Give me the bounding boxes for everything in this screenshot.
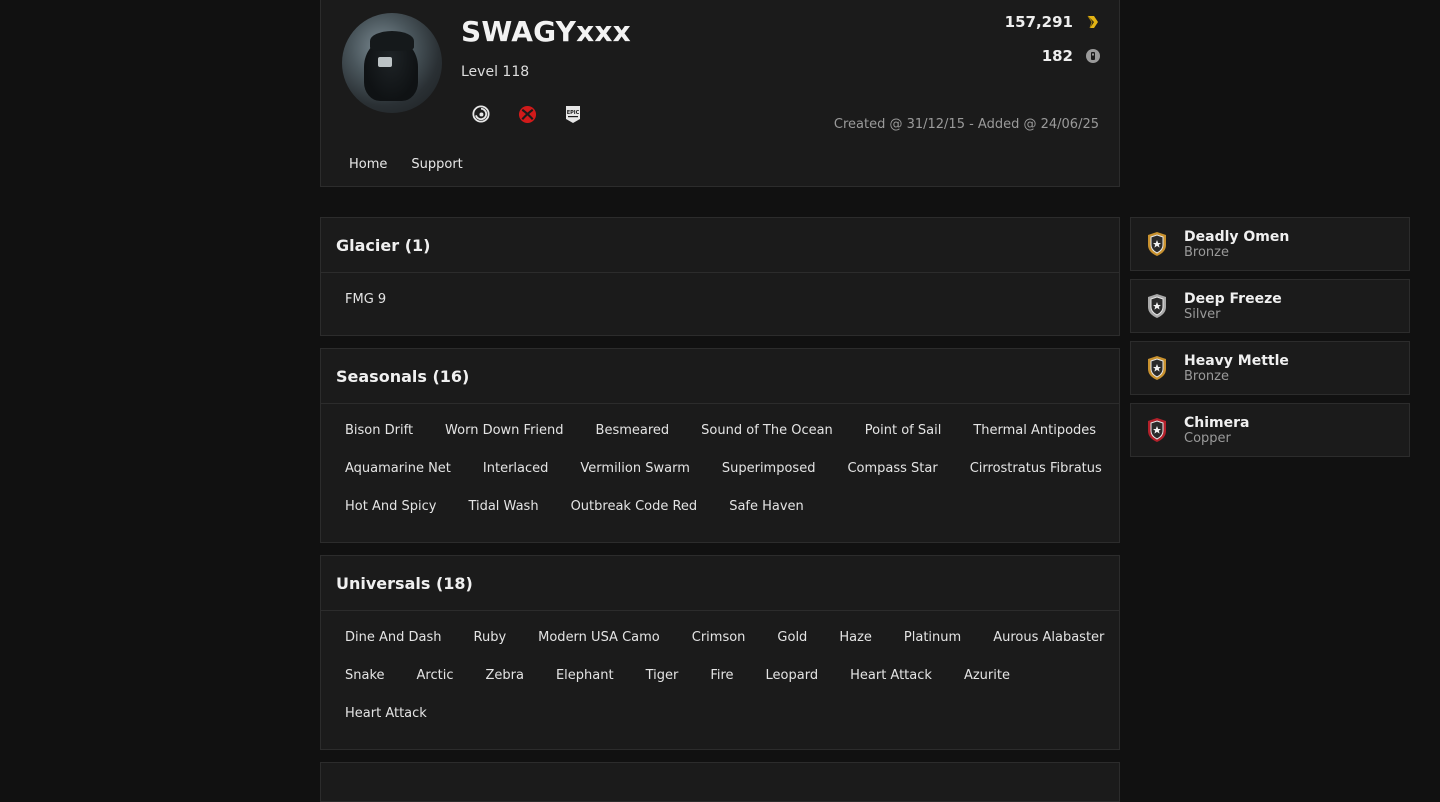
skin-item: Azurite (963, 668, 1010, 683)
renown-icon (1087, 15, 1098, 29)
achievement-name: Deadly Omen (1184, 228, 1290, 245)
achievement-tier: Bronze (1184, 368, 1229, 384)
achievement-card[interactable]: Deadly Omen Bronze (1130, 217, 1410, 271)
achievement-badge-icon (1148, 418, 1166, 442)
achievement-badge-icon (1148, 294, 1166, 318)
account-dates: Created @ 31/12/15 - Added @ 24/06/25 (833, 117, 1099, 132)
epic-games-icon[interactable]: EPIC (563, 104, 583, 124)
skin-item: Arctic (416, 668, 454, 683)
skin-item: Aurous Alabaster (993, 630, 1105, 645)
skin-item: Platinum (903, 630, 962, 645)
achievement-text: Heavy Mettle Bronze (1184, 353, 1289, 384)
skin-item: FMG 9 (345, 292, 387, 307)
skin-item: Snake (345, 668, 385, 683)
skin-item: Interlaced (482, 461, 549, 476)
skin-item: Safe Haven (729, 499, 804, 514)
skin-item: Besmeared (595, 423, 670, 438)
skin-item: Compass Star (847, 461, 938, 476)
section-glacier: Glacier (1) FMG 9 (320, 217, 1120, 336)
skin-item: Heart Attack (850, 668, 932, 683)
achievement-card[interactable]: Chimera Copper (1130, 403, 1410, 457)
section-next-partial (320, 762, 1120, 802)
skin-item: Crimson (691, 630, 746, 645)
nav-home[interactable]: Home (349, 157, 387, 172)
achievement-text: Chimera Copper (1184, 415, 1249, 446)
achievement-tier: Copper (1184, 430, 1231, 446)
skin-item: Point of Sail (864, 423, 942, 438)
skin-item: Hot And Spicy (345, 499, 437, 514)
r6-credits-icon (1086, 49, 1100, 63)
skin-item: Elephant (555, 668, 614, 683)
skin-item: Tidal Wash (468, 499, 539, 514)
skin-list: Dine And Dash Ruby Modern USA Camo Crimson G… (321, 611, 1119, 749)
platform-list: EPIC (471, 104, 583, 124)
achievement-text: Deep Freeze Silver (1184, 291, 1282, 322)
achievement-name: Chimera (1184, 414, 1250, 431)
skin-item: Worn Down Friend (445, 423, 564, 438)
skin-item: Gold (777, 630, 808, 645)
skin-item: Bison Drift (345, 423, 414, 438)
renown-value: 157,291 (1004, 13, 1073, 31)
skin-item: Thermal Antipodes (973, 423, 1097, 438)
achievement-badge-icon (1148, 232, 1166, 256)
achievement-card[interactable]: Deep Freeze Silver (1130, 279, 1410, 333)
section-universals: Universals (18) Dine And Dash Ruby Modern … (320, 555, 1120, 750)
skin-item: Vermilion Swarm (580, 461, 690, 476)
skin-list: Bison Drift Worn Down Friend Besmeared Soun… (321, 404, 1119, 542)
svg-text:EPIC: EPIC (567, 110, 580, 116)
achievement-tier: Silver (1184, 306, 1221, 322)
profile-header: SWAGYxxx Level 118 EPIC 157,291 182 Crea… (320, 0, 1120, 187)
avatar-cap (370, 31, 414, 51)
skin-item: Haze (839, 630, 872, 645)
section-title: Glacier (1) (321, 218, 1119, 273)
profile-nav: Home Support (349, 157, 463, 172)
avatar-mask (378, 57, 392, 67)
skin-item: Leopard (765, 668, 819, 683)
achievement-tier: Bronze (1184, 244, 1229, 260)
section-seasonals: Seasonals (16) Bison Drift Worn Down Frie… (320, 348, 1120, 543)
username: SWAGYxxx (461, 15, 631, 48)
achievement-badge-icon (1148, 356, 1166, 380)
achievement-name: Deep Freeze (1184, 290, 1282, 307)
skin-item: Tiger (645, 668, 679, 683)
section-title: Seasonals (16) (321, 349, 1119, 404)
credits-stat: 182 (1042, 47, 1101, 65)
nav-support[interactable]: Support (411, 157, 462, 172)
skin-item: Sound of The Ocean (701, 423, 833, 438)
ubisoft-icon[interactable] (471, 104, 491, 124)
avatar (342, 13, 442, 113)
skin-item: Ruby (473, 630, 507, 645)
skin-item: Fire (710, 668, 734, 683)
xbox-icon[interactable] (517, 104, 537, 124)
credits-value: 182 (1041, 47, 1073, 65)
skin-item: Superimposed (721, 461, 816, 476)
renown-stat: 157,291 (1005, 13, 1101, 31)
achievement-card[interactable]: Heavy Mettle Bronze (1130, 341, 1410, 395)
achievement-text: Deadly Omen Bronze (1184, 229, 1289, 260)
section-title: Universals (18) (321, 556, 1119, 611)
skin-list: FMG 9 (321, 273, 1119, 335)
skin-item: Heart Attack (345, 706, 427, 721)
skin-item: Zebra (485, 668, 524, 683)
skin-item: Outbreak Code Red (570, 499, 698, 514)
skin-item: Dine And Dash (345, 630, 442, 645)
player-level: Level 118 (461, 64, 530, 80)
skin-item: Cirrostratus Fibratus (969, 461, 1102, 476)
skin-item: Modern USA Camo (538, 630, 660, 645)
skin-item: Aquamarine Net (345, 461, 451, 476)
achievement-name: Heavy Mettle (1184, 352, 1289, 369)
